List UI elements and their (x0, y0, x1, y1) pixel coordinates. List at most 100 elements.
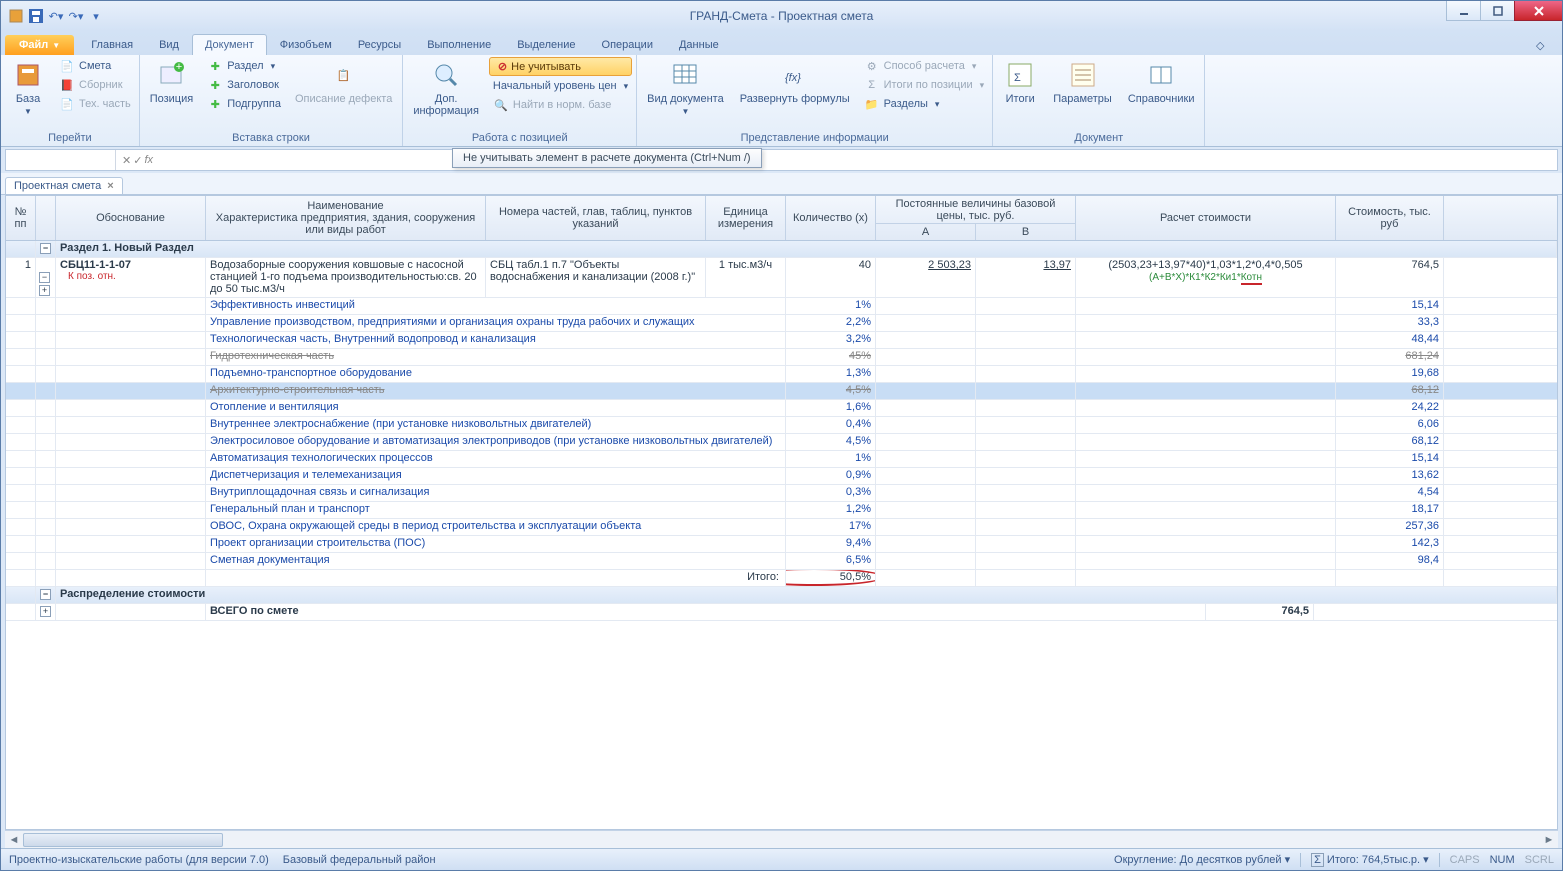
params-button[interactable]: Параметры (1047, 57, 1118, 107)
undo-icon[interactable]: ↶▾ (47, 7, 65, 25)
sub-row[interactable]: Генеральный план и транспорт1,2%18,17 (6, 502, 1557, 519)
col-post[interactable]: Постоянные величины базовой цены, тыс. р… (876, 196, 1076, 224)
document-tabs: Проектная смета × (1, 173, 1562, 195)
section-row[interactable]: − Раздел 1. Новый Раздел (6, 241, 1557, 258)
status-rounding[interactable]: Округление: До десятков рублей ▾ (1114, 853, 1290, 866)
scroll-left-icon[interactable]: ◄ (6, 832, 22, 848)
sub-row[interactable]: Подъемно-транспортное оборудование1,3%19… (6, 366, 1557, 383)
col-nomer[interactable]: Номера частей, глав, таблиц, пунктов ука… (486, 196, 706, 240)
minimize-button[interactable] (1446, 1, 1480, 21)
cancel-fx-icon[interactable]: ✕ (122, 154, 131, 167)
tab-selection[interactable]: Выделение (504, 34, 588, 55)
svg-text:+: + (176, 61, 182, 73)
close-tab-icon[interactable]: × (107, 180, 113, 192)
h-scrollbar[interactable]: ◄ ► (5, 830, 1558, 848)
maximize-button[interactable] (1480, 1, 1514, 21)
header-button[interactable]: ✚Заголовок (203, 76, 285, 94)
close-button[interactable] (1514, 1, 1562, 21)
doc-tab[interactable]: Проектная смета × (5, 177, 123, 194)
expand-icon[interactable]: + (39, 285, 50, 296)
grand-total-row[interactable]: + ВСЕГО по смете 764,5 (6, 604, 1557, 621)
col-naim[interactable]: Наименование Характеристика предприятия,… (206, 196, 486, 240)
plus-icon: + (155, 59, 187, 91)
defect-desc-button[interactable]: 📋 Описание дефекта (289, 57, 398, 107)
sub-row[interactable]: Автоматизация технологических процессов1… (6, 451, 1557, 468)
position-row[interactable]: 1 − + СБЦ11-1-1-07 К поз. отн. Водозабор… (6, 258, 1557, 298)
params-icon (1067, 59, 1099, 91)
titlebar: ↶▾ ↷▾ ▾ ГРАНД-Смета - Проектная смета (1, 1, 1562, 31)
expand-formula-button[interactable]: {fx} Развернуть формулы (734, 57, 856, 107)
col-a[interactable]: A (876, 224, 976, 240)
sub-row[interactable]: Отопление и вентиляция1,6%24,22 (6, 400, 1557, 417)
sub-row[interactable]: Эффективность инвестиций1%15,14 (6, 298, 1557, 315)
plus-green-icon: ✚ (207, 77, 223, 93)
tooltip: Не учитывать элемент в расчете документа… (452, 148, 762, 168)
sub-row[interactable]: Сметная документация6,5%98,4 (6, 553, 1557, 570)
sub-row[interactable]: Внутриплощадочная связь и сигнализация0,… (6, 485, 1557, 502)
formula-input[interactable] (159, 150, 1557, 170)
group-presentation-label: Представление информации (641, 131, 988, 146)
dopinfo-button[interactable]: Доп. информация (407, 57, 485, 119)
accept-fx-icon[interactable]: ✓ (133, 154, 142, 167)
expand-icon[interactable]: + (40, 606, 51, 617)
sprav-button[interactable]: Справочники (1122, 57, 1201, 107)
window-title: ГРАНД-Смета - Проектная смета (1, 9, 1562, 23)
col-num[interactable]: № пп (6, 196, 36, 240)
status-bar: Проектно-изыскательские работы (для верс… (1, 848, 1562, 870)
gear-icon: ⚙ (864, 58, 880, 74)
tab-document[interactable]: Документ (192, 34, 267, 55)
sub-row[interactable]: Управление производством, предприятиями … (6, 315, 1557, 332)
tab-main[interactable]: Главная (78, 34, 146, 55)
position-button[interactable]: + Позиция (144, 57, 200, 107)
scroll-thumb[interactable] (23, 833, 223, 847)
qat-customize-icon[interactable]: ▾ (87, 7, 105, 25)
ignore-button[interactable]: ⊘Не учитывать (489, 57, 632, 76)
col-kol[interactable]: Количество (x) (786, 196, 876, 240)
col-b[interactable]: B (976, 224, 1076, 240)
tab-operations[interactable]: Операции (589, 34, 666, 55)
sub-row[interactable]: Внутреннее электроснабжение (при установ… (6, 417, 1557, 434)
grid-body[interactable]: − Раздел 1. Новый Раздел 1 − + СБЦ11-1-1… (6, 241, 1557, 829)
file-tab[interactable]: Файл▼ (5, 35, 74, 55)
sections-button[interactable]: 📁Разделы (860, 95, 989, 113)
sub-row[interactable]: Проект организации строительства (ПОС)9,… (6, 536, 1557, 553)
distribution-section[interactable]: − Распределение стоимости (6, 587, 1557, 604)
section-button[interactable]: ✚Раздел (203, 57, 285, 75)
sub-row[interactable]: ОВОС, Охрана окружающей среды в период с… (6, 519, 1557, 536)
sub-row[interactable]: Технологическая часть, Внутренний водопр… (6, 332, 1557, 349)
base-button[interactable]: База▼ (5, 57, 51, 118)
total-row: Итого: 50,5% (6, 570, 1557, 587)
col-obos[interactable]: Обоснование (56, 196, 206, 240)
plus-green-icon: ✚ (207, 58, 223, 74)
redo-icon[interactable]: ↷▾ (67, 7, 85, 25)
collapse-icon[interactable]: − (39, 272, 50, 283)
sub-row[interactable]: Электросиловое оборудование и автоматиза… (6, 434, 1557, 451)
tab-data[interactable]: Данные (666, 34, 732, 55)
itogi-button[interactable]: Σ Итоги (997, 57, 1043, 107)
sbornik-button: 📕Сборник (55, 76, 135, 94)
col-stoim[interactable]: Стоимость, тыс. руб (1336, 196, 1444, 240)
sub-row[interactable]: Гидротехническая часть45%681,24 (6, 349, 1557, 366)
collapse-icon[interactable]: − (40, 243, 51, 254)
viewdoc-button[interactable]: Вид документа▼ (641, 57, 730, 118)
col-ed[interactable]: Единица измерения (706, 196, 786, 240)
cell-reference[interactable] (6, 150, 116, 170)
tab-resources[interactable]: Ресурсы (345, 34, 414, 55)
status-region: Базовый федеральный район (283, 854, 436, 866)
scroll-right-icon[interactable]: ► (1541, 832, 1557, 848)
col-ras[interactable]: Расчет стоимости (1076, 196, 1336, 240)
status-total[interactable]: ΣИтого: 764,5тыс.р. ▾ (1311, 853, 1429, 866)
tab-phys[interactable]: Физобъем (267, 34, 345, 55)
collapse-icon[interactable]: − (40, 589, 51, 600)
techpart-button: 📄Тех. часть (55, 95, 135, 113)
sub-row[interactable]: Архитектурно-строительная часть4,5%68,12 (6, 383, 1557, 400)
smeta-button[interactable]: 📄Смета (55, 57, 135, 75)
tab-execution[interactable]: Выполнение (414, 34, 504, 55)
subgroup-button[interactable]: ✚Подгруппа (203, 95, 285, 113)
help-icon[interactable]: ◇ (1536, 39, 1552, 55)
fx-icon[interactable]: fx (144, 154, 153, 166)
tab-view[interactable]: Вид (146, 34, 192, 55)
startlevel-button[interactable]: Начальный уровень цен (489, 79, 632, 93)
save-icon[interactable] (27, 7, 45, 25)
sub-row[interactable]: Диспетчеризация и телемеханизация0,9%13,… (6, 468, 1557, 485)
